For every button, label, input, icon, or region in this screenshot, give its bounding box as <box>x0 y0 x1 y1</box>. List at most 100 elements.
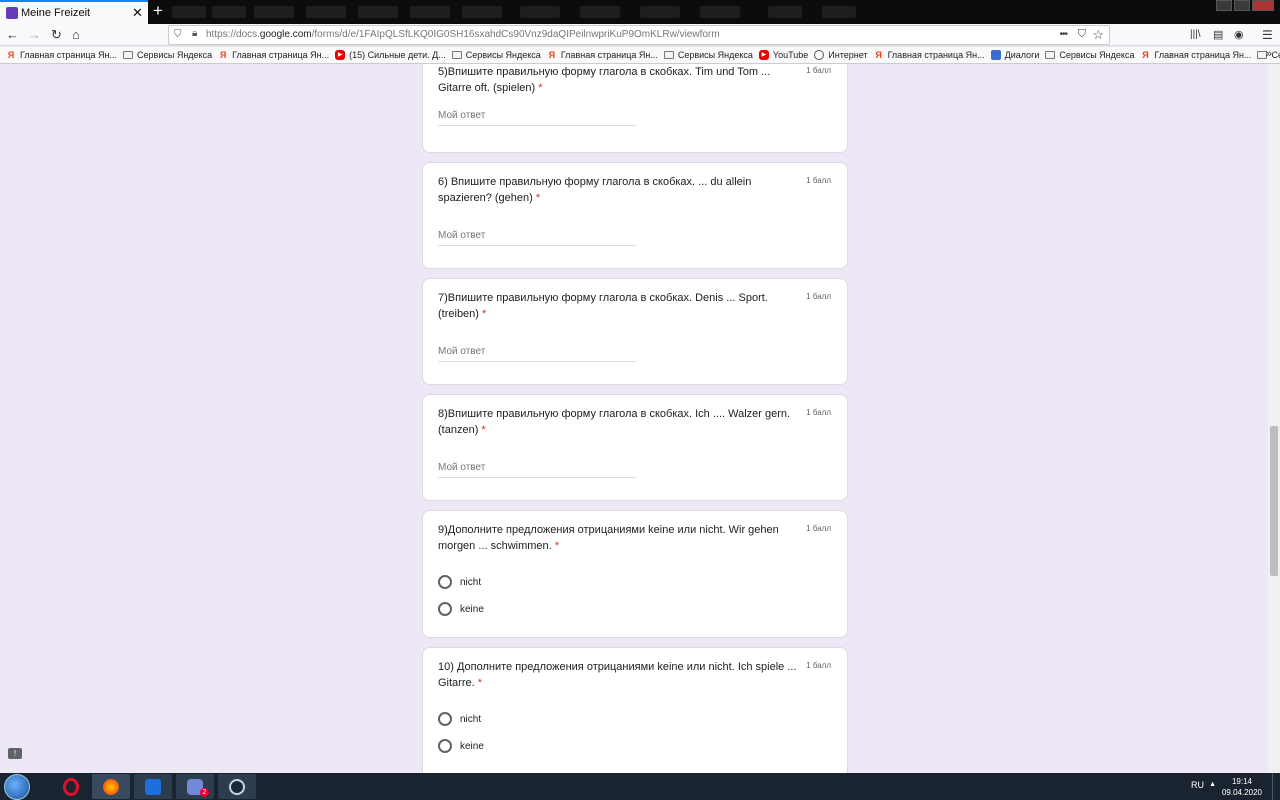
bookmark-item[interactable]: Диалоги <box>990 47 1040 63</box>
bookmark-item[interactable]: ▶ YouTube <box>758 47 808 63</box>
scrollbar-thumb[interactable] <box>1270 426 1278 576</box>
radio-button[interactable] <box>438 575 452 589</box>
background-tab[interactable] <box>172 6 206 18</box>
browser-tab-active[interactable]: Meine Freizeit ✕ <box>0 0 148 24</box>
radio-button[interactable] <box>438 712 452 726</box>
bookmark-label: Диалоги <box>1004 50 1040 60</box>
page-scrollbar[interactable] <box>1268 64 1280 773</box>
home-icon[interactable]: ⌂ <box>72 27 80 43</box>
globe-icon <box>814 50 825 60</box>
points-label: 1 балл <box>806 176 831 185</box>
youtube-icon: ▶ <box>335 50 346 60</box>
feedback-icon[interactable]: ! <box>8 748 22 759</box>
bookmark-item[interactable]: ▶ (15) Сильные дети. Д... <box>335 47 446 63</box>
question-card-9: 9)Дополните предложения отрицаниями kein… <box>422 510 848 638</box>
option-label: nicht <box>460 576 482 588</box>
required-mark: * <box>554 540 560 552</box>
language-indicator[interactable]: RU <box>1191 780 1204 790</box>
background-tab[interactable] <box>700 6 740 18</box>
bookmark-item[interactable]: Я Главная страница Ян... <box>6 47 117 63</box>
answer-input[interactable]: Мой ответ <box>438 344 636 362</box>
background-tab[interactable] <box>212 6 246 18</box>
minimize-button[interactable] <box>1216 0 1232 11</box>
radio-button[interactable] <box>438 739 452 753</box>
radio-option-keine[interactable]: keine <box>438 739 484 753</box>
yandex-icon: Я <box>548 50 556 60</box>
yandex-icon: Я <box>875 50 882 60</box>
bookmarks-overflow-icon[interactable]: » <box>1266 48 1272 60</box>
reload-icon[interactable]: ↻ <box>51 27 62 43</box>
bookmark-label: (15) Сильные дети. Д... <box>349 50 446 60</box>
folder-icon <box>663 51 674 59</box>
new-tab-button[interactable]: + <box>153 1 163 21</box>
radio-option-nicht[interactable]: nicht <box>438 575 481 589</box>
tab-close-icon[interactable]: ✕ <box>132 5 143 21</box>
background-tab[interactable] <box>358 6 398 18</box>
bookmarks-toolbar: Я Главная страница Ян... Сервисы Яндекса Я Г… <box>0 47 1280 64</box>
answer-input[interactable]: Мой ответ <box>438 228 636 246</box>
malwarebytes-icon <box>145 778 161 795</box>
taskbar-app[interactable] <box>92 774 130 799</box>
bookmark-item[interactable]: Сервисы Яндекса <box>1045 47 1134 63</box>
bookmark-item[interactable]: Сервисы Яндекса <box>451 47 541 63</box>
maximize-button[interactable] <box>1234 0 1250 11</box>
tray-expand-icon[interactable]: ▲ <box>1209 781 1216 788</box>
answer-input[interactable]: Мой ответ <box>438 460 636 478</box>
windows-taskbar: 2 RU ▲ 19:14 09.04.2020 <box>0 773 1280 800</box>
bookmark-star-icon[interactable]: ☆ <box>1092 27 1104 43</box>
bookmark-item[interactable]: Сервисы Яндекса <box>123 47 212 63</box>
form-page: 5)Впишите правильную форму глагола в ско… <box>0 64 1280 773</box>
bookmark-item[interactable]: Я Главная страница Ян... <box>218 47 329 63</box>
taskbar-app[interactable] <box>218 774 256 799</box>
page-actions-icon[interactable]: ••• <box>1059 29 1067 40</box>
radio-button[interactable] <box>438 602 452 616</box>
library-icon[interactable]: |||\ <box>1190 27 1201 43</box>
lock-icon[interactable]: 🔒︎ <box>192 28 197 39</box>
close-window-button[interactable] <box>1252 0 1274 11</box>
background-tab[interactable] <box>640 6 680 18</box>
menu-icon[interactable]: ☰ <box>1262 27 1273 43</box>
taskbar-app[interactable]: 2 <box>176 774 214 799</box>
bookmark-item[interactable]: Сервисы Яндекса <box>663 47 753 63</box>
url-text[interactable]: https://docs.google.com/forms/d/e/1FAIpQ… <box>206 29 720 40</box>
points-label: 1 балл <box>806 661 831 670</box>
background-tab[interactable] <box>822 6 856 18</box>
back-icon[interactable]: ← <box>6 27 19 43</box>
notification-badge: 2 <box>200 788 209 797</box>
sidebar-icon[interactable]: ▤ <box>1213 27 1223 43</box>
radio-option-keine[interactable]: keine <box>438 602 484 616</box>
required-mark: * <box>538 82 543 94</box>
background-tab[interactable] <box>254 6 294 18</box>
background-tab[interactable] <box>768 6 802 18</box>
bookmark-item[interactable]: Интернет <box>814 47 868 63</box>
radio-option-nicht[interactable]: nicht <box>438 712 481 726</box>
background-tab[interactable] <box>580 6 620 18</box>
background-tab[interactable] <box>520 6 560 18</box>
taskbar-app[interactable] <box>52 774 90 799</box>
bookmark-item[interactable]: Я Главная страница Ян... <box>1140 47 1251 63</box>
address-bar[interactable]: ⛉ 🔒︎ https://docs.google.com/forms/d/e/1… <box>168 25 1110 45</box>
background-tab[interactable] <box>462 6 502 18</box>
bookmark-label: Главная страница Ян... <box>20 50 118 60</box>
window-controls <box>1216 0 1274 11</box>
taskbar-app[interactable] <box>134 774 172 799</box>
pocket-icon[interactable]: ⛉ <box>1078 28 1086 41</box>
bookmark-item[interactable]: Я Главная страница Ян... <box>874 47 984 63</box>
background-tab[interactable] <box>306 6 346 18</box>
bookmark-label: Сервисы Яндекса <box>137 50 213 60</box>
tab-title: Meine Freizeit <box>21 7 91 19</box>
required-mark: * <box>481 424 486 436</box>
question-card-7: 7)Впишите правильную форму глагола в ско… <box>422 278 848 385</box>
background-tab[interactable] <box>410 6 450 18</box>
bookmark-item[interactable]: Я Главная страница Ян... <box>547 47 658 63</box>
bookmark-label: Сервисы Яндекса <box>1059 50 1135 60</box>
bookmark-label: Сервисы Яндекса <box>677 50 753 60</box>
forward-icon[interactable]: → <box>28 27 41 43</box>
system-clock[interactable]: 19:14 09.04.2020 <box>1222 776 1262 798</box>
bookmark-label: Интернет <box>828 50 868 60</box>
answer-input[interactable]: Мой ответ <box>438 108 636 126</box>
tracking-shield-icon[interactable]: ⛉ <box>174 29 182 40</box>
account-icon[interactable]: ◉ <box>1234 27 1244 43</box>
start-button[interactable] <box>4 774 30 800</box>
show-desktop-button[interactable] <box>1272 773 1280 800</box>
